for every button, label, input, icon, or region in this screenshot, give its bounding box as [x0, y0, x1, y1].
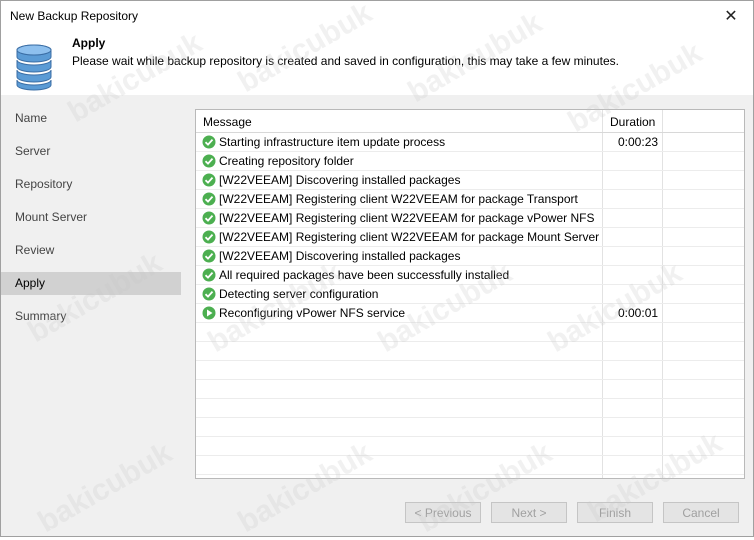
step-description: Please wait while backup repository is c… — [72, 54, 619, 68]
step-title: Apply — [72, 36, 106, 50]
row-message: Detecting server configuration — [219, 287, 379, 301]
table-row[interactable] — [196, 342, 744, 361]
success-check-icon — [202, 287, 216, 301]
success-check-icon — [202, 249, 216, 263]
table-row[interactable]: Creating repository folder — [196, 152, 744, 171]
success-check-icon — [202, 154, 216, 168]
column-header-duration[interactable]: Duration — [610, 115, 655, 129]
table-row[interactable] — [196, 361, 744, 380]
row-message: [W22VEEAM] Registering client W22VEEAM f… — [219, 230, 600, 244]
row-message: [W22VEEAM] Registering client W22VEEAM f… — [219, 211, 595, 225]
nav-item-apply[interactable]: Apply — [1, 272, 181, 295]
close-button[interactable]: ✕ — [709, 1, 753, 31]
new-backup-repository-window: New Backup Repository ✕ Apply Please wai… — [0, 0, 754, 539]
table-row[interactable] — [196, 323, 744, 342]
table-row[interactable]: [W22VEEAM] Registering client W22VEEAM f… — [196, 190, 744, 209]
nav-item-summary[interactable]: Summary — [1, 305, 181, 328]
table-row[interactable]: [W22VEEAM] Registering client W22VEEAM f… — [196, 209, 744, 228]
success-check-icon — [202, 192, 216, 206]
row-message: [W22VEEAM] Discovering installed package… — [219, 173, 461, 187]
nav-item-mount-server[interactable]: Mount Server — [1, 206, 181, 229]
table-row[interactable]: Starting infrastructure item update proc… — [196, 133, 744, 152]
content-area: Message Duration Starting infrastructure… — [181, 95, 753, 489]
table-header: Message Duration — [196, 110, 744, 133]
database-icon — [16, 44, 52, 91]
log-table[interactable]: Message Duration Starting infrastructure… — [195, 109, 745, 479]
finish-button[interactable]: Finish — [577, 502, 653, 523]
table-row[interactable]: [W22VEEAM] Discovering installed package… — [196, 247, 744, 266]
window-title: New Backup Repository — [10, 9, 139, 23]
nav-item-server[interactable]: Server — [1, 140, 181, 163]
row-message: [W22VEEAM] Registering client W22VEEAM f… — [219, 192, 578, 206]
table-row[interactable]: Detecting server configuration — [196, 285, 744, 304]
table-row[interactable] — [196, 437, 744, 456]
row-message: Reconfiguring vPower NFS service — [219, 306, 406, 320]
success-check-icon — [202, 135, 216, 149]
wizard-steps-nav: Name Server Repository Mount Server Revi… — [1, 95, 181, 489]
cancel-button[interactable]: Cancel — [663, 502, 739, 523]
nav-item-name[interactable]: Name — [1, 107, 181, 130]
table-row[interactable]: [W22VEEAM] Registering client W22VEEAM f… — [196, 228, 744, 247]
table-row[interactable] — [196, 380, 744, 399]
row-message: Starting infrastructure item update proc… — [219, 135, 446, 149]
success-check-icon — [202, 230, 216, 244]
previous-button[interactable]: < Previous — [405, 502, 481, 523]
row-message: All required packages have been successf… — [219, 268, 510, 282]
nav-item-review[interactable]: Review — [1, 239, 181, 262]
success-check-icon — [202, 268, 216, 282]
wizard-header: Apply Please wait while backup repositor… — [1, 31, 753, 95]
table-row[interactable]: [W22VEEAM] Discovering installed package… — [196, 171, 744, 190]
table-row[interactable] — [196, 418, 744, 437]
next-button[interactable]: Next > — [491, 502, 567, 523]
success-check-icon — [202, 211, 216, 225]
wizard-footer: < Previous Next > Finish Cancel — [1, 489, 753, 536]
nav-item-repository[interactable]: Repository — [1, 173, 181, 196]
column-header-message[interactable]: Message — [203, 115, 252, 129]
table-row[interactable] — [196, 456, 744, 475]
row-message: [W22VEEAM] Discovering installed package… — [219, 249, 461, 263]
table-row[interactable] — [196, 399, 744, 418]
success-check-icon — [202, 173, 216, 187]
running-icon — [202, 306, 216, 320]
table-row[interactable]: Reconfiguring vPower NFS service 0:00:01 — [196, 304, 744, 323]
row-message: Creating repository folder — [219, 154, 354, 168]
title-bar: New Backup Repository ✕ — [1, 1, 753, 31]
table-row[interactable]: All required packages have been successf… — [196, 266, 744, 285]
row-duration: 0:00:23 — [618, 135, 659, 149]
row-duration: 0:00:01 — [618, 306, 659, 320]
close-icon: ✕ — [724, 8, 738, 25]
